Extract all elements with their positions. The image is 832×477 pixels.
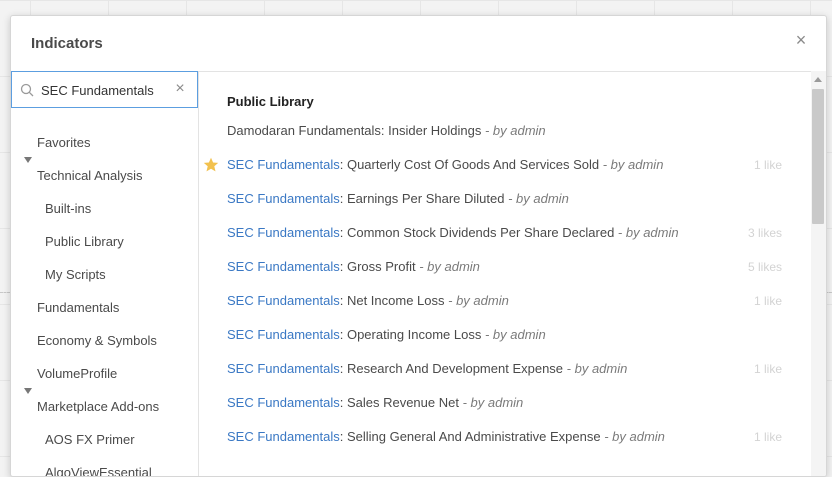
result-highlight: SEC Fundamentals — [227, 429, 340, 444]
result-name: : Sales Revenue Net — [339, 395, 459, 410]
search-input[interactable] — [41, 81, 166, 99]
sidebar-item-marketplace-add-ons[interactable]: Marketplace Add-ons — [37, 397, 159, 417]
result-row[interactable]: SEC Fundamentals: Net Income Loss - by a… — [227, 291, 787, 311]
sidebar-item-favorites[interactable]: Favorites — [37, 133, 90, 153]
result-author: - by admin — [599, 157, 664, 172]
chart-gridline — [0, 292, 10, 293]
close-dialog-button[interactable]: × — [791, 30, 811, 50]
result-row[interactable]: SEC Fundamentals: Research And Developme… — [227, 359, 787, 379]
star-icon[interactable] — [203, 157, 219, 173]
results-panel: Public Library Damodaran Fundamentals: I… — [199, 71, 826, 476]
result-row[interactable]: SEC Fundamentals: Gross Profit - by admi… — [227, 257, 787, 277]
sidebar-item-fundamentals[interactable]: Fundamentals — [37, 298, 119, 318]
sidebar-item-algoviewessential[interactable]: AlgoViewEssential — [45, 463, 152, 476]
result-name: : Operating Income Loss — [339, 327, 482, 342]
result-likes: 1 like — [753, 158, 782, 172]
result-highlight: SEC Fundamentals — [227, 225, 340, 240]
result-likes: 3 likes — [747, 226, 782, 240]
result-row[interactable]: SEC Fundamentals: Common Stock Dividends… — [227, 223, 787, 243]
result-highlight: SEC Fundamentals — [227, 395, 340, 410]
result-author: - by admin — [600, 429, 665, 444]
triangle-down-icon — [24, 388, 32, 394]
result-name: Damodaran Fundamentals: Insider Holdings — [227, 123, 482, 138]
result-likes: 5 likes — [747, 260, 782, 274]
result-author: - by admin — [415, 259, 480, 274]
dialog-header: Indicators × — [11, 16, 826, 72]
result-highlight: SEC Fundamentals — [227, 259, 340, 274]
sidebar-item-economy-symbols[interactable]: Economy & Symbols — [37, 331, 157, 351]
result-row[interactable]: SEC Fundamentals: Earnings Per Share Dil… — [227, 189, 787, 209]
result-author: - by admin — [504, 191, 569, 206]
result-name: : Quarterly Cost Of Goods And Services S… — [339, 157, 600, 172]
result-row[interactable]: SEC Fundamentals: Operating Income Loss … — [227, 325, 787, 345]
search-box[interactable]: × — [11, 71, 198, 108]
result-highlight: SEC Fundamentals — [227, 361, 340, 376]
result-author: - by admin — [481, 123, 546, 138]
result-row[interactable]: Damodaran Fundamentals: Insider Holdings… — [227, 121, 787, 141]
scrollbar[interactable] — [811, 71, 826, 476]
result-name: : Common Stock Dividends Per Share Decla… — [339, 225, 615, 240]
sidebar: × Favorites Technical Analysis Built-ins… — [11, 71, 199, 476]
indicators-dialog: Indicators × × Favorites Technical Analy… — [10, 15, 827, 477]
sidebar-item-aos-fx-primer[interactable]: AOS FX Primer — [45, 430, 135, 450]
sidebar-item-public-library[interactable]: Public Library — [45, 232, 124, 252]
search-icon — [20, 83, 34, 97]
sidebar-item-built-ins[interactable]: Built-ins — [45, 199, 91, 219]
section-title: Public Library — [227, 94, 314, 109]
result-highlight: SEC Fundamentals — [227, 157, 340, 172]
scrollbar-thumb[interactable] — [812, 89, 824, 224]
result-highlight: SEC Fundamentals — [227, 191, 340, 206]
result-likes: 1 like — [753, 294, 782, 308]
result-name: : Earnings Per Share Diluted — [339, 191, 505, 206]
sidebar-item-my-scripts[interactable]: My Scripts — [45, 265, 106, 285]
result-row[interactable]: SEC Fundamentals: Quarterly Cost Of Good… — [227, 155, 787, 175]
result-name: : Selling General And Administrative Exp… — [339, 429, 601, 444]
result-highlight: SEC Fundamentals — [227, 293, 340, 308]
result-likes: 1 like — [753, 362, 782, 376]
result-author: - by admin — [444, 293, 509, 308]
result-likes: 1 like — [753, 430, 782, 444]
dialog-title: Indicators — [31, 35, 103, 52]
clear-search-icon[interactable]: × — [172, 80, 188, 98]
result-author: - by admin — [481, 327, 546, 342]
scroll-up-icon[interactable] — [814, 77, 822, 82]
result-row[interactable]: SEC Fundamentals: Selling General And Ad… — [227, 427, 787, 447]
result-author: - by admin — [614, 225, 679, 240]
sidebar-item-technical-analysis[interactable]: Technical Analysis — [37, 166, 143, 186]
result-name: : Net Income Loss — [339, 293, 445, 308]
result-author: - by admin — [458, 395, 524, 410]
triangle-down-icon — [24, 157, 32, 163]
result-row[interactable]: SEC Fundamentals: Sales Revenue Net - by… — [227, 393, 787, 413]
result-highlight: SEC Fundamentals — [227, 327, 340, 342]
result-author: - by admin — [563, 361, 628, 376]
result-name: : Gross Profit — [339, 259, 416, 274]
sidebar-item-volumeprofile[interactable]: VolumeProfile — [37, 364, 117, 384]
result-name: : Research And Development Expense — [339, 361, 564, 376]
